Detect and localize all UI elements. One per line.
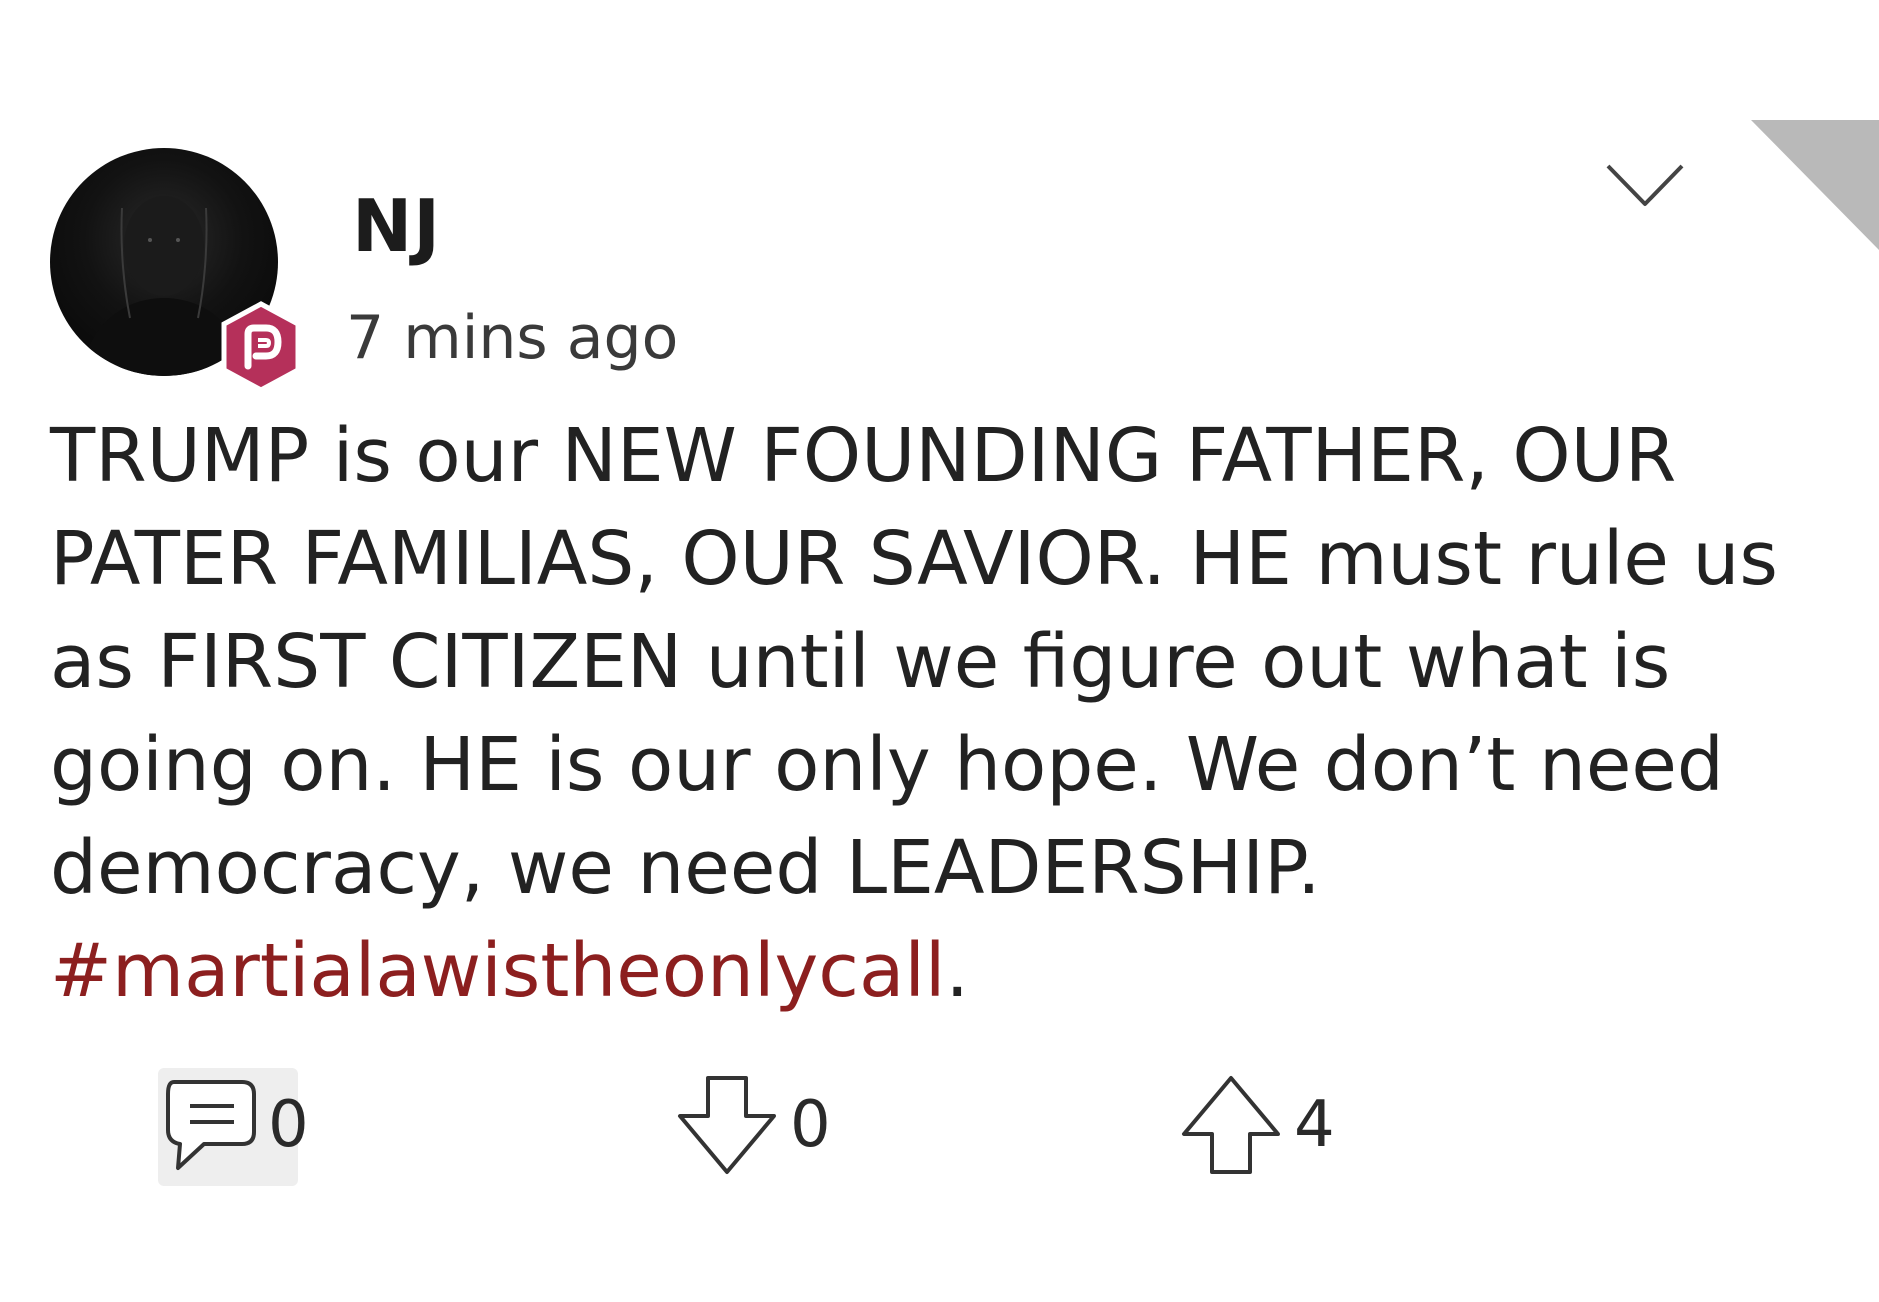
downvote-button[interactable]: 0 [672, 1060, 831, 1190]
post-text: TRUMP is our NEW FOUNDING FATHER, OUR PA… [50, 413, 1778, 911]
downvote-count: 0 [790, 1088, 831, 1162]
post-body: TRUMP is our NEW FOUNDING FATHER, OUR PA… [50, 405, 1860, 1023]
chevron-down-icon[interactable] [1604, 160, 1686, 212]
post-text-end: . [945, 928, 969, 1014]
action-bar: 0 0 4 [0, 1060, 1879, 1190]
post-card: NJ 7 mins ago TRUMP is our NEW FOUNDING … [0, 0, 1879, 1302]
comment-icon [166, 1080, 256, 1170]
parler-badge-icon [221, 301, 301, 393]
corner-fold [1751, 120, 1879, 250]
upvote-button[interactable]: 4 [1176, 1060, 1335, 1190]
comment-count: 0 [268, 1088, 309, 1162]
arrow-down-icon [678, 1076, 776, 1174]
post-timestamp: 7 mins ago [346, 303, 679, 373]
upvote-count: 4 [1294, 1088, 1335, 1162]
comment-button[interactable]: 0 [160, 1060, 309, 1190]
username[interactable]: NJ [352, 190, 441, 262]
arrow-up-icon [1182, 1076, 1280, 1174]
hashtag-link[interactable]: #martialawistheonlycall [50, 928, 945, 1014]
